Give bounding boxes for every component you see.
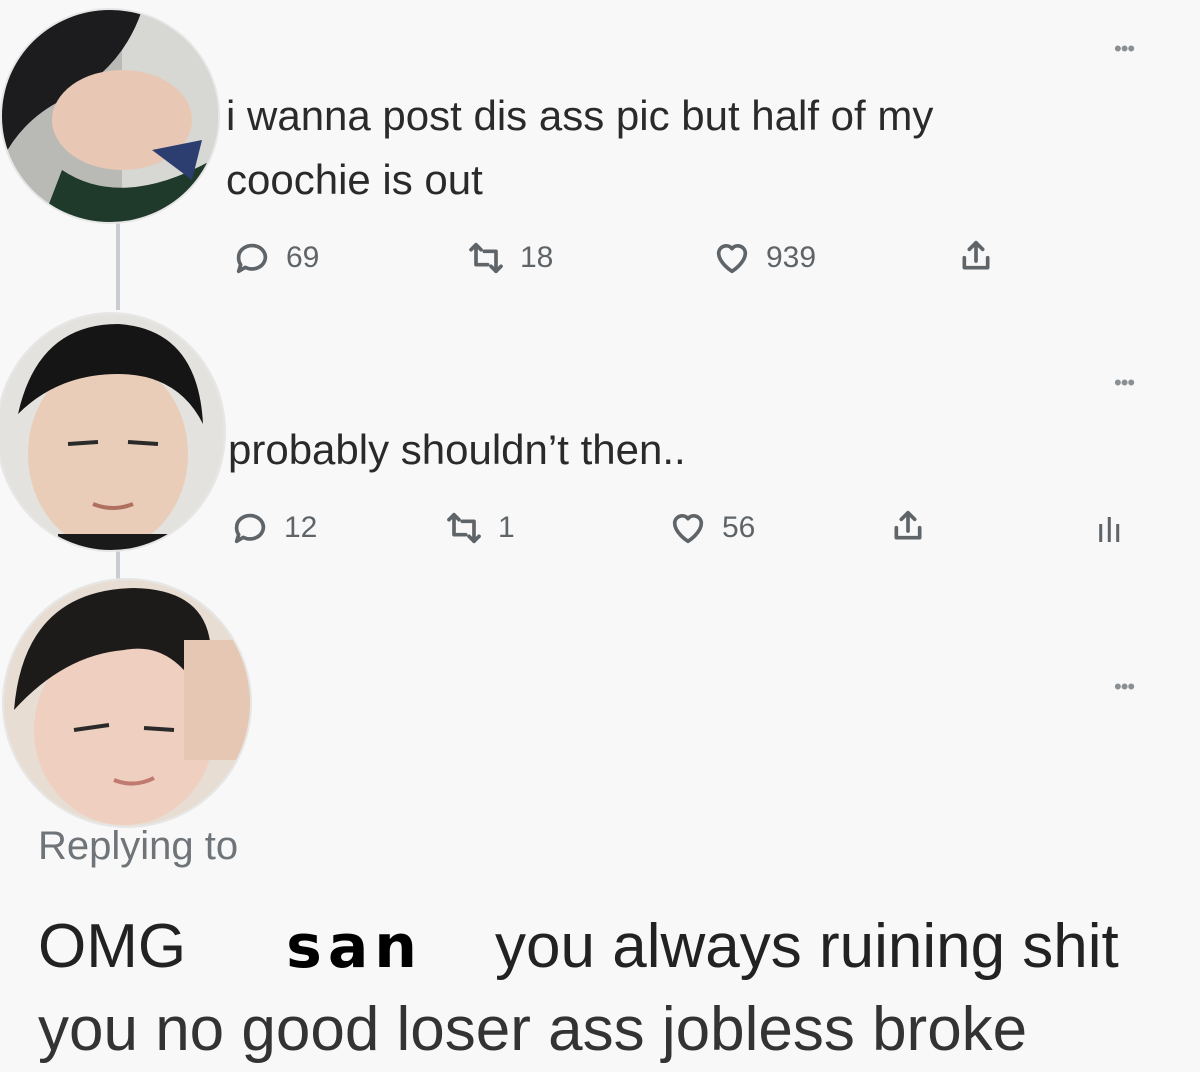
retweet-button[interactable]: 1 — [444, 508, 515, 548]
avatar[interactable] — [2, 578, 252, 828]
analytics-icon: ılı — [1096, 512, 1123, 550]
share-button[interactable] — [956, 236, 996, 276]
retweet-button[interactable]: 18 — [466, 238, 553, 278]
like-count: 56 — [722, 511, 756, 544]
reply-count: 69 — [286, 241, 320, 274]
reply-button[interactable]: 12 — [230, 508, 317, 548]
thread-line-2 — [116, 548, 120, 582]
reply-count: 12 — [284, 511, 318, 544]
avatar-photo-3 — [4, 580, 250, 826]
thread-line-1 — [116, 220, 120, 310]
more-options-icon[interactable]: ••• — [1114, 372, 1135, 394]
like-count: 939 — [766, 241, 817, 274]
retweet-count: 1 — [498, 511, 515, 544]
more-options-icon[interactable]: ••• — [1114, 38, 1135, 60]
replying-to-label: Replying to — [38, 824, 239, 868]
heart-icon — [672, 514, 704, 544]
heart-icon — [716, 244, 748, 274]
more-options-icon[interactable]: ••• — [1114, 676, 1135, 698]
avatar[interactable] — [0, 8, 220, 224]
share-icon — [894, 510, 922, 540]
retweet-count: 18 — [520, 241, 554, 274]
tweet-text: i wanna post dis ass pic but half of my … — [226, 92, 934, 203]
reply-name-overlay: san — [286, 912, 424, 982]
tweet-text: probably shouldn’t then.. — [228, 426, 686, 473]
reply-text-line-2: you no good loser ass jobless broke — [38, 995, 1028, 1064]
retweet-icon — [469, 242, 503, 274]
like-button[interactable]: 56 — [668, 508, 755, 548]
reply-text-end: you always ruining shit — [495, 912, 1119, 981]
share-button[interactable] — [888, 506, 928, 546]
reply-icon — [234, 513, 266, 544]
reply-button[interactable]: 69 — [232, 238, 319, 278]
share-icon — [962, 240, 990, 270]
reply-text-start: OMG — [38, 912, 187, 981]
retweet-icon — [447, 512, 481, 544]
analytics-button[interactable]: ılı — [1096, 512, 1122, 551]
reply-text-line-1: OMG san you always ruining shit — [38, 905, 1119, 989]
like-button[interactable]: 939 — [712, 238, 816, 278]
avatar-photo-2 — [0, 314, 224, 550]
avatar[interactable] — [0, 312, 226, 552]
avatar-photo-1 — [2, 10, 218, 222]
reply-icon — [236, 243, 268, 274]
